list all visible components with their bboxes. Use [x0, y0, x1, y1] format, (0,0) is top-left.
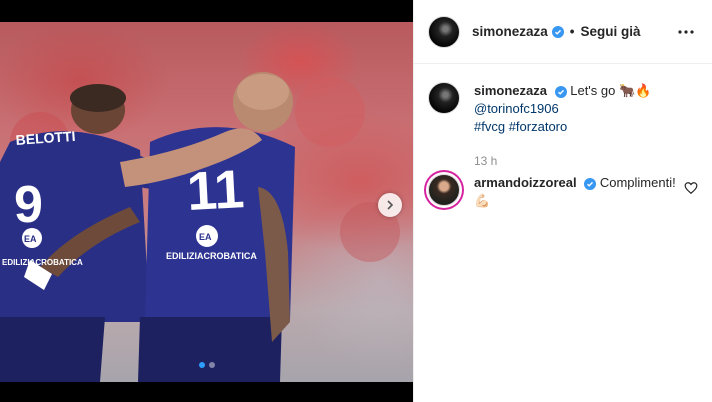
- comments-section: simonezaza Let's go 🐂🔥 @torinofc1906 #fv…: [414, 64, 712, 210]
- more-options-icon[interactable]: [674, 20, 698, 44]
- author-avatar[interactable]: [428, 15, 460, 48]
- jersey-right-number: 11: [185, 159, 245, 222]
- chevron-right-icon: [387, 200, 394, 210]
- hashtag-link[interactable]: #forzatoro: [509, 119, 568, 134]
- verified-badge-icon: [584, 178, 597, 190]
- carousel-dot: [208, 362, 215, 368]
- commenter-username[interactable]: armandoizzoreal: [474, 175, 577, 190]
- heart-icon[interactable]: [684, 181, 698, 195]
- caption-text: Let's go 🐂🔥: [570, 83, 652, 98]
- post-media: BELOTTI 9 11 EA EA EDILIZIACROBATICA EDI…: [0, 0, 413, 402]
- caption-author[interactable]: simonezaza: [474, 83, 547, 98]
- post-photo[interactable]: BELOTTI 9 11 EA EA EDILIZIACROBATICA EDI…: [0, 22, 413, 382]
- following-button[interactable]: Segui già: [581, 24, 641, 39]
- post-timestamp[interactable]: 13 h: [474, 154, 698, 168]
- author-username[interactable]: simonezaza: [472, 24, 548, 39]
- verified-badge-icon: [551, 25, 564, 38]
- post-sidebar: simonezaza • Segui già simonezaza Let's …: [413, 0, 712, 402]
- jersey-left-number: 9: [14, 176, 43, 234]
- carousel-indicator: [0, 362, 413, 368]
- jersey-sponsor-right: EDILIZIACROBATICA: [166, 251, 257, 261]
- sponsor-badge-left: EA: [24, 234, 37, 244]
- players-illustration: BELOTTI 9 11 EA EA EDILIZIACROBATICA EDI…: [0, 72, 400, 382]
- verified-badge-icon: [554, 86, 567, 98]
- caption-mention[interactable]: @torinofc1906: [474, 101, 559, 116]
- comment-item: armandoizzoreal Complimenti! 💪🏻: [428, 174, 698, 210]
- post-header: simonezaza • Segui già: [414, 0, 712, 64]
- carousel-next-button[interactable]: [378, 193, 402, 217]
- carousel-dot-active: [198, 362, 205, 368]
- commenter-avatar[interactable]: [428, 174, 460, 206]
- caption: simonezaza Let's go 🐂🔥 @torinofc1906 #fv…: [428, 82, 698, 136]
- sponsor-badge-right: EA: [199, 232, 212, 242]
- jersey-sponsor-left: EDILIZIACROBATICA: [2, 258, 83, 267]
- hashtag-link[interactable]: #fvcg: [474, 119, 505, 134]
- header-separator: •: [569, 24, 575, 39]
- caption-author-avatar[interactable]: [428, 82, 460, 114]
